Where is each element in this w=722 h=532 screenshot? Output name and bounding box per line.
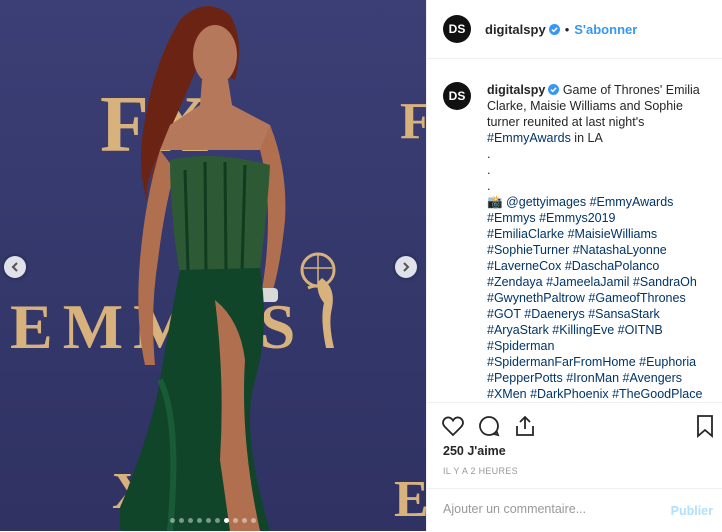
carousel-dot <box>242 518 247 523</box>
carousel-dot <box>206 518 211 523</box>
caption-segment: . <box>487 179 491 193</box>
caption-line: #SpidermanFarFromHome #Euphoria <box>487 354 715 370</box>
hashtag-link[interactable]: @gettyimages #EmmyAwards <box>506 195 673 209</box>
caption-segment: in LA <box>570 131 603 145</box>
publish-button[interactable]: Publier <box>671 504 713 518</box>
caption-line: #XMen #DarkPhoenix #TheGoodPlace <box>487 386 715 398</box>
bookmark-icon[interactable] <box>693 414 717 438</box>
likes-count[interactable]: 250 J'aime <box>443 444 506 458</box>
caption-line: #Zendaya #JameelaJamil #SandraOh <box>487 274 715 290</box>
heart-icon[interactable] <box>441 414 465 438</box>
caption-line: . <box>487 178 715 194</box>
chevron-left-icon <box>11 262 18 272</box>
caption-segment: . <box>487 147 491 161</box>
action-bar <box>427 402 722 445</box>
caption-avatar[interactable]: DS <box>443 82 471 110</box>
post-timestamp: IL Y A 2 HEURES <box>443 466 518 476</box>
carousel-prev-button[interactable] <box>4 256 26 278</box>
comment-input[interactable] <box>443 502 653 516</box>
hashtag-link[interactable]: #EmiliaClarke #MaisieWilliams <box>487 227 657 241</box>
caption-segment: . <box>487 163 491 177</box>
hashtag-link[interactable]: #GwynethPaltrow #GameofThrones <box>487 291 686 305</box>
post-photo[interactable]: FX F EMMYS E X <box>0 0 426 531</box>
verified-icon <box>548 84 560 95</box>
caption-line: #EmiliaClarke #MaisieWilliams <box>487 226 715 242</box>
chevron-right-icon <box>403 262 410 272</box>
caption-text: digitalspy Game of Thrones' Emilia Clarke… <box>487 82 715 398</box>
caption-line: #PepperPotts #IronMan #Avengers <box>487 370 715 386</box>
hashtag-link[interactable]: #Emmys #Emmys2019 <box>487 211 616 225</box>
caption-line: #Emmys #Emmys2019 <box>487 210 715 226</box>
caption-line: #LaverneCox #DaschaPolanco <box>487 258 715 274</box>
carousel-dot <box>215 518 220 523</box>
caption-username[interactable]: digitalspy <box>487 83 545 97</box>
caption-line: . <box>487 146 715 162</box>
hashtag-link[interactable]: #GOT #Daenerys #SansaStark <box>487 307 660 321</box>
hashtag-link[interactable]: #Zendaya #JameelaJamil #SandraOh <box>487 275 697 289</box>
caption-line: #GwynethPaltrow #GameofThrones <box>487 290 715 306</box>
caption-line: Clarke, Maisie Williams and Sophie <box>487 98 715 114</box>
caption-line: #EmmyAwards in LA <box>487 130 715 146</box>
caption-line: . <box>487 162 715 178</box>
carousel-indicator <box>0 518 426 523</box>
caption-line: #AryaStark #KillingEve #OITNB <box>487 322 715 338</box>
username-link[interactable]: digitalspy <box>485 22 546 37</box>
caption-scroll-area[interactable]: DS digitalspy Game of Thrones' Emilia Cla… <box>443 70 715 398</box>
caption-line: 📸 @gettyimages #EmmyAwards <box>487 194 715 210</box>
hashtag-link[interactable]: #Spiderman <box>487 339 554 353</box>
post-header: DS digitalspy • S'abonner <box>427 0 722 59</box>
carousel-next-button[interactable] <box>395 256 417 278</box>
carousel-dot <box>170 518 175 523</box>
comment-icon[interactable] <box>477 414 501 438</box>
hashtag-link[interactable]: #SophieTurner #NatashaLyonne <box>487 243 667 257</box>
backdrop-fx-logo-partial: F <box>400 93 426 150</box>
carousel-dot <box>233 518 238 523</box>
carousel-dot <box>188 518 193 523</box>
carousel-dot <box>224 518 229 523</box>
verified-icon <box>548 23 560 35</box>
caption-segment: Clarke, Maisie Williams and Sophie <box>487 99 683 113</box>
hashtag-link[interactable]: #AryaStark #KillingEve #OITNB <box>487 323 663 337</box>
person-figure <box>120 6 286 531</box>
carousel-dot <box>179 518 184 523</box>
caption-line: #GOT #Daenerys #SansaStark <box>487 306 715 322</box>
caption-segment: 📸 <box>487 195 507 209</box>
caption-line: #SophieTurner #NatashaLyonne <box>487 242 715 258</box>
caption-segment: turner reunited at last night's <box>487 115 645 129</box>
hashtag-link[interactable]: #PepperPotts #IronMan #Avengers <box>487 371 682 385</box>
carousel-dot <box>251 518 256 523</box>
avatar[interactable]: DS <box>443 15 471 43</box>
post-sidebar: DS digitalspy • S'abonner DS digitalspy … <box>426 0 722 531</box>
caption-segment: Game of Thrones' Emilia <box>562 83 700 97</box>
hashtag-link[interactable]: #SpidermanFarFromHome #Euphoria <box>487 355 696 369</box>
hashtag-link[interactable]: #LaverneCox #DaschaPolanco <box>487 259 659 273</box>
caption-line: digitalspy Game of Thrones' Emilia <box>487 82 715 98</box>
hashtag-link[interactable]: #EmmyAwards <box>487 131 571 145</box>
separator-dot: • <box>564 21 570 37</box>
hashtag-link[interactable]: #XMen #DarkPhoenix #TheGoodPlace <box>487 387 702 398</box>
caption-line: #Spiderman <box>487 338 715 354</box>
comment-bar: Publier <box>427 488 722 532</box>
carousel-dot <box>197 518 202 523</box>
follow-button[interactable]: S'abonner <box>574 22 637 37</box>
caption-line: turner reunited at last night's <box>487 114 715 130</box>
share-icon[interactable] <box>513 414 537 438</box>
